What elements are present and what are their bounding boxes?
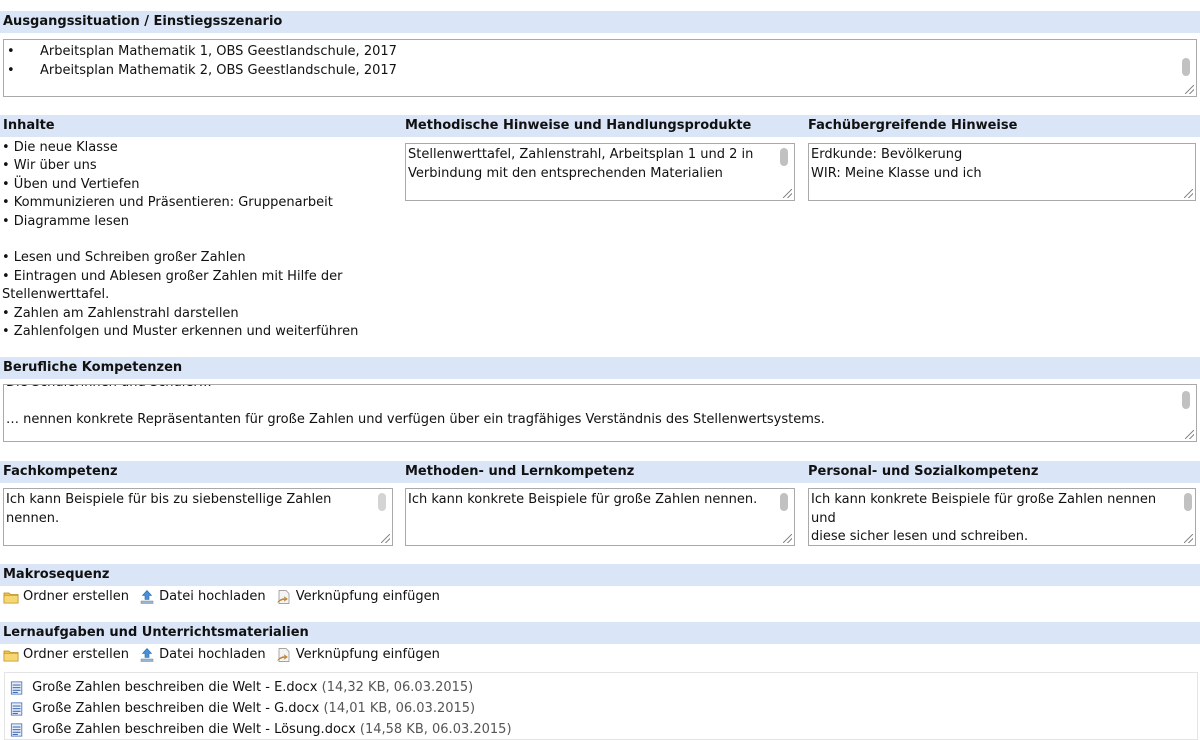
fach-line: Ich kann Beispiele für bis zu siebenstel… <box>6 492 332 507</box>
beruflich-line: Die Schülerinnen und Schüler… <box>6 385 1178 393</box>
inhalte-line: • Üben und Vertiefen <box>2 176 140 192</box>
file-list: Große Zahlen beschreiben die Welt - E.do… <box>4 672 1198 740</box>
scrollbar-thumb[interactable] <box>378 493 386 511</box>
section-title-methodisch: Methodische Hinweise und Handlungsproduk… <box>405 118 752 133</box>
section-title-fachuebergreifend: Fachübergreifende Hinweise <box>808 118 1018 133</box>
header-band-makro <box>0 564 1200 586</box>
inhalte-content: • Die neue Klasse • Wir über uns • Üben … <box>2 139 397 341</box>
resize-grip-icon[interactable] <box>1185 85 1194 94</box>
insert-link-button[interactable]: Verknüpfung einfügen <box>276 587 440 607</box>
fach-line: nennen. <box>6 510 60 526</box>
upload-file-label: Datei hochladen <box>159 647 266 662</box>
link-icon <box>277 648 290 662</box>
file-row[interactable]: Große Zahlen beschreiben die Welt - G.do… <box>10 698 475 719</box>
section-title-beruflich: Berufliche Kompetenzen <box>3 360 183 375</box>
scrollbar-thumb[interactable] <box>1182 58 1190 76</box>
inhalte-line: • Zahlen am Zahlenstrahl darstellen <box>2 305 239 321</box>
folder-icon <box>3 650 19 662</box>
insert-link-label: Verknüpfung einfügen <box>295 647 440 662</box>
upload-icon <box>140 648 154 662</box>
methoden-textarea[interactable]: Ich kann konkrete Beispiele für große Za… <box>405 488 795 546</box>
scrollbar-thumb[interactable] <box>780 148 788 166</box>
section-title-personal: Personal- und Sozialkompetenz <box>808 464 1039 479</box>
beruflich-spacer <box>6 393 1178 412</box>
methodisch-line: Stellenwerttafel, Zahlenstrahl, Arbeitsp… <box>408 147 754 162</box>
section-title-makro: Makrosequenz <box>3 567 110 582</box>
fachuebergreifend-textarea[interactable]: Erdkunde: Bevölkerung WIR: Meine Klasse … <box>808 143 1196 201</box>
file-row[interactable]: Große Zahlen beschreiben die Welt - Lösu… <box>10 719 512 740</box>
resize-grip-icon[interactable] <box>1184 189 1193 198</box>
file-meta: (14,01 KB, 06.03.2015) <box>323 701 476 716</box>
docx-file-icon <box>10 701 23 716</box>
makro-toolbar: Ordner erstellen Datei hochladen Verknüp… <box>3 587 446 607</box>
create-folder-label: Ordner erstellen <box>23 647 129 662</box>
ausgang-item: Arbeitsplan Mathematik 2, OBS Geestlands… <box>6 61 397 80</box>
inhalte-line: • Kommunizieren und Präsentieren: Gruppe… <box>2 195 333 211</box>
personal-textarea[interactable]: Ich kann konkrete Beispiele für große Za… <box>808 488 1196 546</box>
file-name-link[interactable]: Große Zahlen beschreiben die Welt - Lösu… <box>32 722 356 737</box>
insert-link-button[interactable]: Verknüpfung einfügen <box>276 645 440 665</box>
methodisch-line: Verbindung mit den entsprechenden Materi… <box>408 165 723 181</box>
inhalte-line: • Eintragen und Ablesen großer Zahlen mi… <box>2 268 343 284</box>
file-row[interactable]: Große Zahlen beschreiben die Welt - E.do… <box>10 677 473 698</box>
create-folder-button[interactable]: Ordner erstellen <box>3 645 129 665</box>
section-title-inhalte: Inhalte <box>3 118 55 133</box>
upload-file-label: Datei hochladen <box>159 589 266 604</box>
scrollbar-thumb[interactable] <box>1184 493 1192 511</box>
scrollbar-thumb[interactable] <box>780 493 788 511</box>
inhalte-spacer <box>2 231 397 249</box>
upload-file-button[interactable]: Datei hochladen <box>139 645 266 665</box>
scrollbar-thumb[interactable] <box>1182 391 1190 409</box>
beruflich-textarea[interactable]: Die Schülerinnen und Schüler… … nennen k… <box>3 384 1197 442</box>
insert-link-label: Verknüpfung einfügen <box>295 589 440 604</box>
beruflich-line: … nennen konkrete Repräsentanten für gro… <box>6 412 825 427</box>
methodisch-textarea[interactable]: Stellenwerttafel, Zahlenstrahl, Arbeitsp… <box>405 143 795 201</box>
file-meta: (14,32 KB, 06.03.2015) <box>321 680 474 695</box>
docx-file-icon <box>10 722 23 737</box>
section-title-fach: Fachkompetenz <box>3 464 118 479</box>
upload-icon <box>140 590 154 604</box>
inhalte-line: • Wir über uns <box>2 158 97 174</box>
fachuebergreifend-line: Erdkunde: Bevölkerung <box>811 147 963 162</box>
personal-line: Ich kann konkrete Beispiele für große Za… <box>811 492 1157 526</box>
create-folder-button[interactable]: Ordner erstellen <box>3 587 129 607</box>
resize-grip-icon[interactable] <box>783 189 792 198</box>
inhalte-line: • Diagramme lesen <box>2 213 130 229</box>
resize-grip-icon[interactable] <box>1185 430 1194 439</box>
upload-file-button[interactable]: Datei hochladen <box>139 587 266 607</box>
section-title-methoden: Methoden- und Lernkompetenz <box>405 464 635 479</box>
folder-icon <box>3 592 19 604</box>
resize-grip-icon[interactable] <box>381 534 390 543</box>
inhalte-line: Stellenwerttafel. <box>2 287 110 303</box>
file-meta: (14,58 KB, 06.03.2015) <box>359 722 512 737</box>
ausgang-textarea[interactable]: Arbeitsplan Mathematik 1, OBS Geestlands… <box>3 39 1197 97</box>
link-icon <box>277 590 290 604</box>
fachuebergreifend-line: WIR: Meine Klasse und ich <box>811 165 982 181</box>
docx-file-icon <box>10 680 23 695</box>
resize-grip-icon[interactable] <box>783 534 792 543</box>
inhalte-line: • Lesen und Schreiben großer Zahlen <box>2 250 246 266</box>
lernaufgaben-toolbar: Ordner erstellen Datei hochladen Verknüp… <box>3 645 446 665</box>
section-title-lernaufgaben: Lernaufgaben und Unterrichtsmaterialien <box>3 625 309 640</box>
methoden-line: Ich kann konkrete Beispiele für große Za… <box>408 492 758 507</box>
create-folder-label: Ordner erstellen <box>23 589 129 604</box>
fach-textarea[interactable]: Ich kann Beispiele für bis zu siebenstel… <box>3 488 393 546</box>
inhalte-line: • Die neue Klasse <box>2 140 118 155</box>
section-title-ausgang: Ausgangssituation / Einstiegsszenario <box>3 14 283 29</box>
personal-line: diese sicher lesen und schreiben. <box>811 529 1029 544</box>
file-name-link[interactable]: Große Zahlen beschreiben die Welt - G.do… <box>32 701 319 716</box>
file-name-link[interactable]: Große Zahlen beschreiben die Welt - E.do… <box>32 680 317 695</box>
inhalte-line: • Zahlenfolgen und Muster erkennen und w… <box>2 324 359 340</box>
ausgang-item: Arbeitsplan Mathematik 1, OBS Geestlands… <box>6 42 397 61</box>
resize-grip-icon[interactable] <box>1184 534 1193 543</box>
